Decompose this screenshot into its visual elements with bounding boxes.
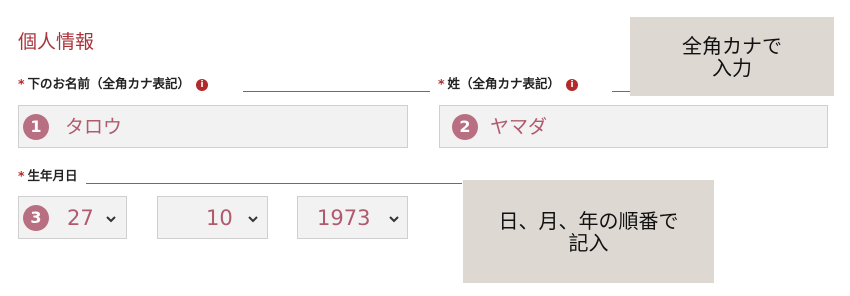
chevron-down-icon (389, 216, 399, 223)
label-underline (612, 91, 630, 92)
last-name-input[interactable]: 2 ヤマダ (439, 105, 828, 148)
required-mark: * (18, 168, 25, 183)
year-value: 1973 (317, 206, 371, 230)
first-name-value: タロウ (65, 116, 123, 138)
last-name-label-row: * 姓（全角カナ表記） i (438, 76, 579, 92)
date-note-line2: 記入 (568, 230, 609, 255)
year-select[interactable]: 1973 (297, 196, 408, 239)
last-name-value: ヤマダ (490, 116, 548, 138)
kana-note: 全角カナで 入力 (630, 17, 834, 96)
chevron-down-icon (106, 216, 116, 223)
date-note-line1: 日、月、年の順番で (498, 208, 679, 233)
kana-note-line2: 入力 (712, 55, 752, 80)
kana-note-line1: 全角カナで (682, 33, 782, 58)
first-name-label-row: * 下のお名前（全角カナ表記） i (18, 76, 209, 92)
step-badge-3: 3 (23, 205, 49, 231)
step-badge-1: 1 (23, 114, 49, 140)
day-select[interactable]: 3 27 (18, 196, 127, 239)
info-icon[interactable]: i (196, 79, 209, 91)
label-underline (243, 91, 430, 92)
month-value: 10 (206, 206, 233, 230)
required-mark: * (438, 76, 445, 91)
required-mark: * (18, 76, 25, 91)
month-select[interactable]: 10 (157, 196, 268, 239)
first-name-label: 下のお名前（全角カナ表記） (27, 76, 191, 91)
last-name-label: 姓（全角カナ表記） (447, 76, 561, 91)
step-badge-2: 2 (452, 114, 478, 140)
first-name-input[interactable]: 1 タロウ (18, 105, 408, 148)
birthday-label: 生年月日 (27, 168, 78, 183)
chevron-down-icon (248, 216, 258, 223)
label-underline (86, 183, 462, 184)
day-value: 27 (67, 206, 94, 230)
date-order-note: 日、月、年の順番で 記入 (463, 180, 714, 283)
section-title: 個人情報 (18, 31, 95, 53)
info-icon[interactable]: i (566, 79, 579, 91)
birthday-label-row: * 生年月日 (18, 168, 78, 184)
